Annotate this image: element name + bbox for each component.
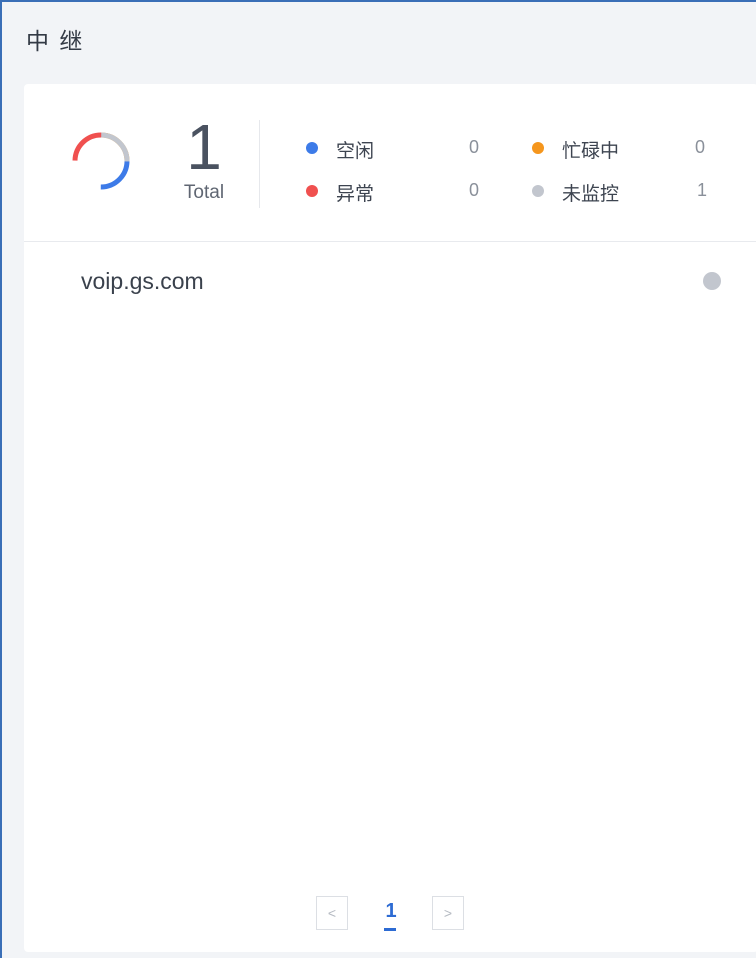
- legend-busy-count: 0: [695, 137, 706, 157]
- current-page-indicator: [384, 928, 396, 931]
- trunk-card: 1 Total 空闲 0 忙碌中 0 异常 0 未监控 1 voip.gs.co…: [24, 84, 756, 952]
- trunk-panel: 中 继 1 Total 空闲 0 忙碌中 0 异常 0 未监控 1 voip.g…: [0, 0, 756, 958]
- status-ring-icon: [72, 132, 130, 190]
- legend-idle-label: 空闲: [336, 141, 375, 162]
- legend-unmonitored-label: 未监控: [562, 184, 620, 205]
- next-page-button[interactable]: >: [432, 896, 464, 930]
- unmonitored-status-dot: [532, 185, 544, 197]
- legend-unmonitored-count: 1: [697, 180, 708, 200]
- chevron-right-icon: >: [443, 905, 453, 921]
- page-number-current[interactable]: 1: [380, 900, 402, 923]
- total-label: Total: [183, 182, 225, 203]
- busy-status-dot: [532, 142, 544, 154]
- legend-idle-count: 0: [469, 137, 480, 157]
- legend-abnormal-count: 0: [469, 180, 480, 200]
- legend-abnormal: 异常 0: [306, 179, 506, 205]
- legend-unmonitored: 未监控 1: [532, 179, 732, 205]
- trunk-name: voip.gs.com: [81, 268, 204, 294]
- legend-idle: 空闲 0: [306, 136, 506, 162]
- total-count: 1: [186, 111, 222, 183]
- idle-status-dot: [306, 142, 318, 154]
- legend-busy: 忙碌中 0: [532, 136, 732, 162]
- trunk-status-dot: [703, 272, 721, 290]
- legend-abnormal-label: 异常: [336, 184, 375, 205]
- trunk-list-item[interactable]: voip.gs.com: [24, 242, 756, 322]
- prev-page-button[interactable]: <: [316, 896, 348, 930]
- abnormal-status-dot: [306, 185, 318, 197]
- summary-divider: [259, 120, 260, 208]
- pagination: < 1 >: [24, 896, 756, 932]
- panel-title: 中 继: [26, 28, 85, 54]
- status-summary: 1 Total 空闲 0 忙碌中 0 异常 0 未监控 1: [24, 84, 756, 242]
- legend-busy-label: 忙碌中: [562, 141, 620, 162]
- chevron-left-icon: <: [327, 905, 337, 921]
